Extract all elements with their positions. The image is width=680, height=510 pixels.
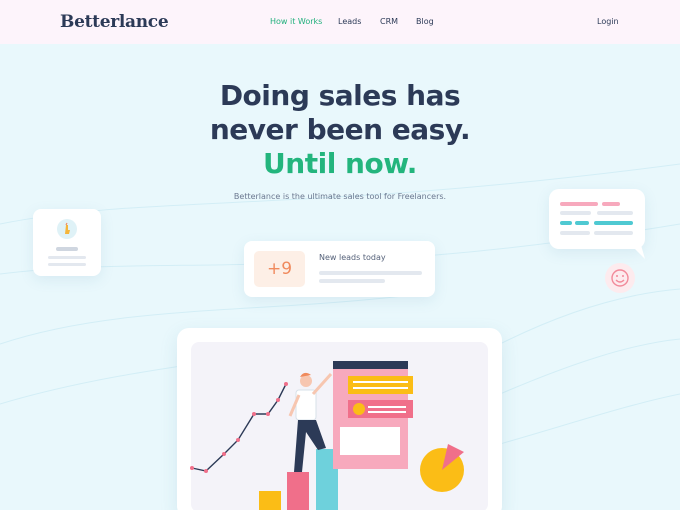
hero-title-line1: Doing sales has — [219, 79, 461, 112]
brand-logo[interactable]: Betterlance — [60, 12, 169, 32]
profile-line-placeholder — [48, 263, 86, 266]
top-navbar: Betterlance How it Works Leads CRM Blog … — [0, 0, 680, 44]
hand-pointer-icon — [57, 219, 77, 239]
leads-bar-placeholder — [319, 279, 385, 283]
profile-line-placeholder — [48, 256, 86, 259]
profile-floating-card — [33, 209, 101, 276]
new-leads-card: +9 New leads today — [244, 241, 435, 297]
nav-link-crm[interactable]: CRM — [380, 17, 398, 26]
login-link[interactable]: Login — [597, 17, 619, 26]
chat-bubble-card — [549, 189, 645, 259]
hero-heading: Doing sales has never been easy. Until n… — [0, 79, 680, 181]
smiley-icon — [605, 263, 635, 293]
hero-title-line2: never been easy. — [209, 113, 471, 146]
profile-name-placeholder — [56, 247, 78, 251]
growth-illustration — [190, 361, 464, 510]
leads-bar-placeholder — [319, 271, 422, 275]
leads-label: New leads today — [319, 253, 386, 262]
nav-link-blog[interactable]: Blog — [416, 17, 434, 26]
nav-link-how-it-works[interactable]: How it Works — [270, 17, 322, 26]
chat-bubble-icon — [549, 189, 645, 259]
hero-title-accent: Until now. — [263, 147, 417, 180]
nav-link-leads[interactable]: Leads — [338, 17, 361, 26]
leads-count-badge: +9 — [254, 251, 305, 287]
